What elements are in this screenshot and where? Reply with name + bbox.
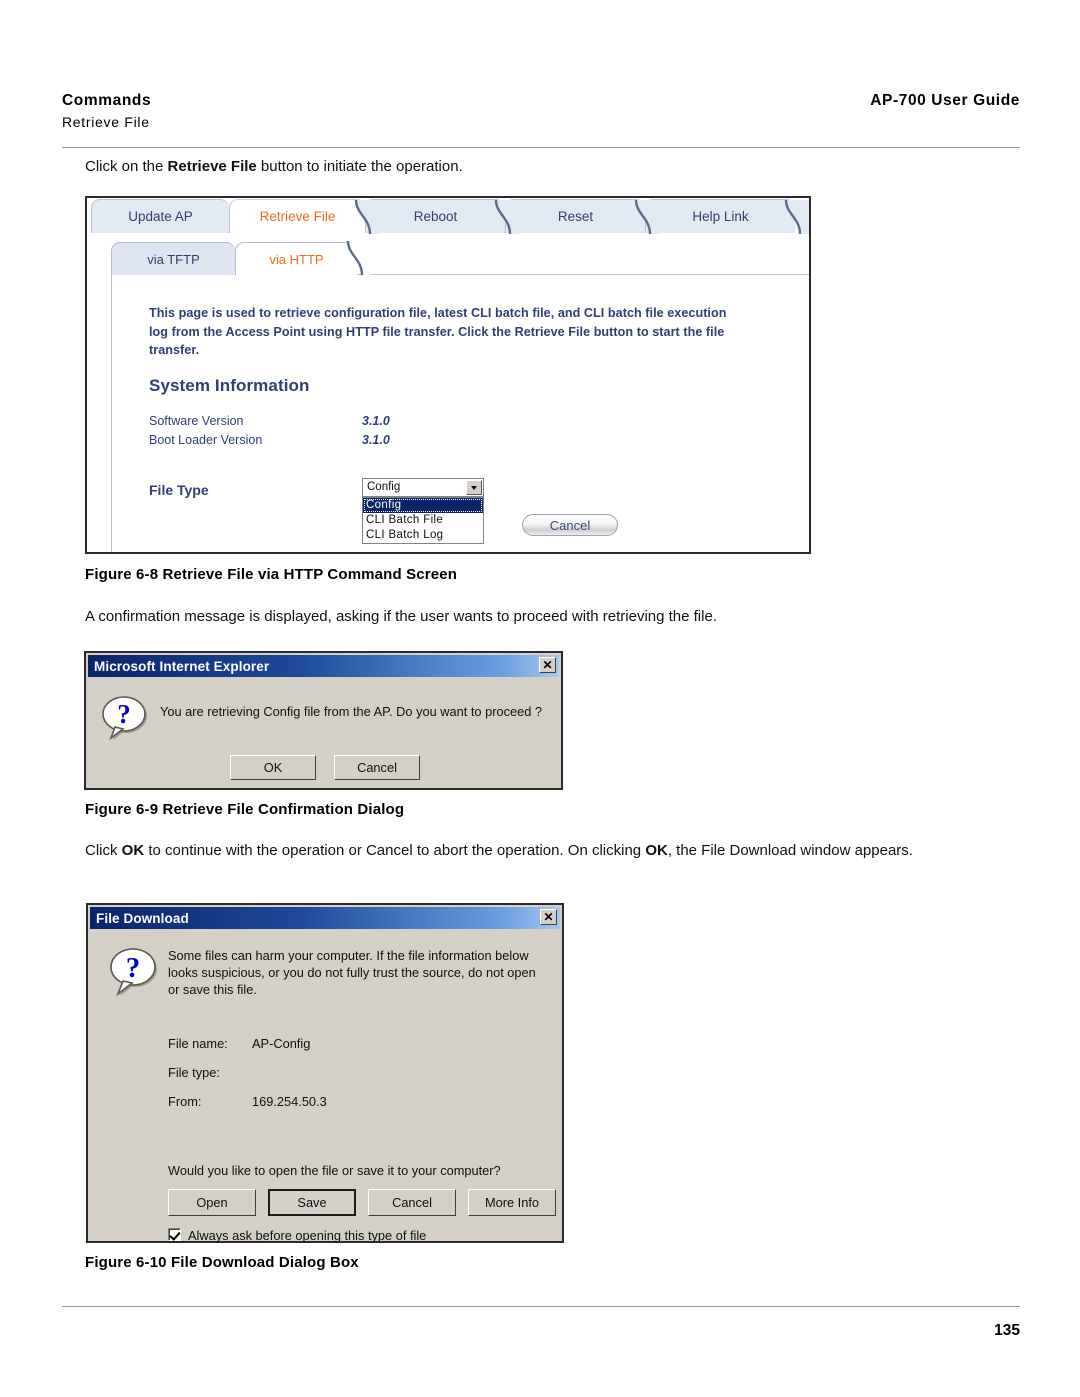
cancel-button[interactable]: Cancel [334, 755, 420, 780]
tab-help-link[interactable]: Help Link [645, 199, 795, 233]
open-or-save-question: Would you like to open the file or save … [168, 1163, 501, 1178]
software-version-label: Software Version [149, 414, 244, 428]
subtab-via-http-label: via HTTP [269, 251, 324, 267]
cancel-button-label: Cancel [549, 517, 591, 533]
tab-reboot-label: Reboot [413, 209, 458, 224]
file-download-title: File Download [96, 910, 189, 926]
cancel-button[interactable]: Cancel [522, 514, 618, 536]
subtab-underline [357, 274, 809, 275]
close-icon[interactable]: ✕ [539, 657, 556, 673]
confirmation-paragraph: A confirmation message is displayed, ask… [85, 608, 717, 625]
transfer-method-subtabstrip: via TFTP via HTTP [111, 241, 809, 276]
tab-retrieve-file-label: Retrieve File [259, 209, 336, 224]
file-download-warning: Some files can harm your computer. If th… [168, 948, 536, 997]
svg-text:?: ? [126, 952, 141, 984]
svg-text:?: ? [117, 699, 131, 729]
open-button[interactable]: Open [168, 1189, 256, 1216]
from-value: 169.254.50.3 [252, 1094, 327, 1109]
open-button-label: Open [196, 1195, 228, 1210]
tab-reset[interactable]: Reset [505, 199, 645, 233]
boot-loader-version-label: Boot Loader Version [149, 433, 263, 447]
panel-left-border [111, 275, 112, 552]
internet-explorer-dialog: Microsoft Internet Explorer ✕ ? You are … [84, 651, 563, 790]
footer-divider [62, 1306, 1020, 1307]
file-type-select[interactable]: Config [362, 478, 484, 497]
file-type-option-cli-batch-file[interactable]: CLI Batch File [363, 513, 483, 528]
intro-text-bold: Retrieve File [167, 158, 257, 175]
header-section-title: Retrieve File [62, 114, 150, 130]
file-type-label: File Type [149, 482, 209, 498]
tab-update-ap-label: Update AP [128, 209, 193, 224]
ok-button[interactable]: OK [230, 755, 316, 780]
tab-retrieve-file[interactable]: Retrieve File [229, 199, 365, 233]
save-button[interactable]: Save [268, 1189, 356, 1216]
cancel-button-label: Cancel [392, 1195, 432, 1210]
more-info-button-label: More Info [484, 1195, 540, 1210]
subtab-via-tftp[interactable]: via TFTP [111, 242, 235, 275]
header-divider [62, 147, 1020, 148]
boot-loader-version-value: 3.1.0 [362, 433, 390, 447]
tab-update-ap[interactable]: Update AP [91, 199, 229, 233]
tab-help-link-label: Help Link [692, 209, 749, 224]
figure-6-8-caption: Figure 6-8 Retrieve File via HTTP Comman… [85, 566, 458, 583]
ie-dialog-titlebar: Microsoft Internet Explorer ✕ [88, 655, 559, 677]
always-ask-checkbox-label: Always ask before opening this type of f… [188, 1228, 427, 1243]
always-ask-checkbox[interactable] [168, 1228, 181, 1241]
file-name-label: File name: [168, 1036, 228, 1051]
header-chapter-title: Commands [62, 92, 152, 109]
question-bubble-icon: ? [102, 696, 147, 741]
running-header: Commands AP-700 User Guide Retrieve File [62, 92, 1020, 144]
ie-dialog-title: Microsoft Internet Explorer [94, 658, 270, 674]
ok-para-part2: to continue with the operation or Cancel… [144, 842, 646, 859]
figure-6-9-caption: Figure 6-9 Retrieve File Confirmation Di… [85, 801, 405, 818]
close-icon[interactable]: ✕ [540, 909, 557, 925]
ok-para-part1: Click [85, 842, 122, 859]
save-button-label: Save [297, 1195, 327, 1210]
intro-text-after: button to initiate the operation. [256, 158, 463, 175]
ok-button-label: OK [263, 760, 283, 775]
ie-dialog-message: You are retrieving Config file from the … [160, 704, 543, 719]
file-download-body: ? Some files can harm your computer. If … [92, 931, 558, 1243]
page-description: This page is used to retrieve configurat… [149, 306, 727, 357]
chevron-down-icon[interactable] [466, 480, 482, 495]
figure-6-8-screenshot: Update AP Retrieve File Reboot Reset Hel… [85, 196, 811, 554]
ok-para-part3: , the File Download window appears. [667, 842, 913, 859]
cancel-button-label: Cancel [357, 760, 397, 775]
file-type-option-cli-batch-log[interactable]: CLI Batch Log [363, 528, 483, 543]
figure-6-10-caption: Figure 6-10 File Download Dialog Box [85, 1254, 359, 1271]
ok-para-bold2: OK [645, 842, 668, 859]
from-label: From: [168, 1094, 202, 1109]
subtab-via-http[interactable]: via HTTP [235, 242, 357, 275]
header-guide-title: AP-700 User Guide [870, 92, 1020, 109]
question-bubble-icon: ? [110, 948, 157, 997]
document-page: Commands AP-700 User Guide Retrieve File… [0, 0, 1080, 1397]
cancel-button[interactable]: Cancel [368, 1189, 456, 1216]
file-download-titlebar: File Download ✕ [90, 907, 560, 929]
ok-para-bold1: OK [121, 842, 145, 859]
file-type-label: File type: [168, 1065, 220, 1080]
file-type-selected-value: Config [367, 481, 401, 493]
ok-instruction-paragraph: Click OK to continue with the operation … [85, 840, 997, 862]
file-download-dialog: File Download ✕ ? Some files can harm yo… [86, 903, 564, 1243]
more-info-button[interactable]: More Info [468, 1189, 556, 1216]
ie-dialog-body: ? You are retrieving Config file from th… [90, 679, 557, 784]
intro-text-before: Click on the [85, 158, 168, 175]
command-tabstrip: Update AP Retrieve File Reboot Reset Hel… [87, 198, 809, 234]
intro-paragraph: Click on the Retrieve File button to ini… [85, 156, 985, 178]
file-type-option-config[interactable]: Config [363, 498, 483, 513]
file-name-value: AP-Config [252, 1036, 311, 1051]
software-version-value: 3.1.0 [362, 414, 390, 428]
file-type-option-list[interactable]: Config CLI Batch File CLI Batch Log [362, 497, 484, 544]
page-number: 135 [994, 1322, 1020, 1339]
tab-reset-label: Reset [557, 209, 594, 224]
subtab-via-tftp-label: via TFTP [147, 251, 200, 267]
tab-reboot[interactable]: Reboot [365, 199, 505, 233]
system-information-heading: System Information [149, 376, 310, 395]
